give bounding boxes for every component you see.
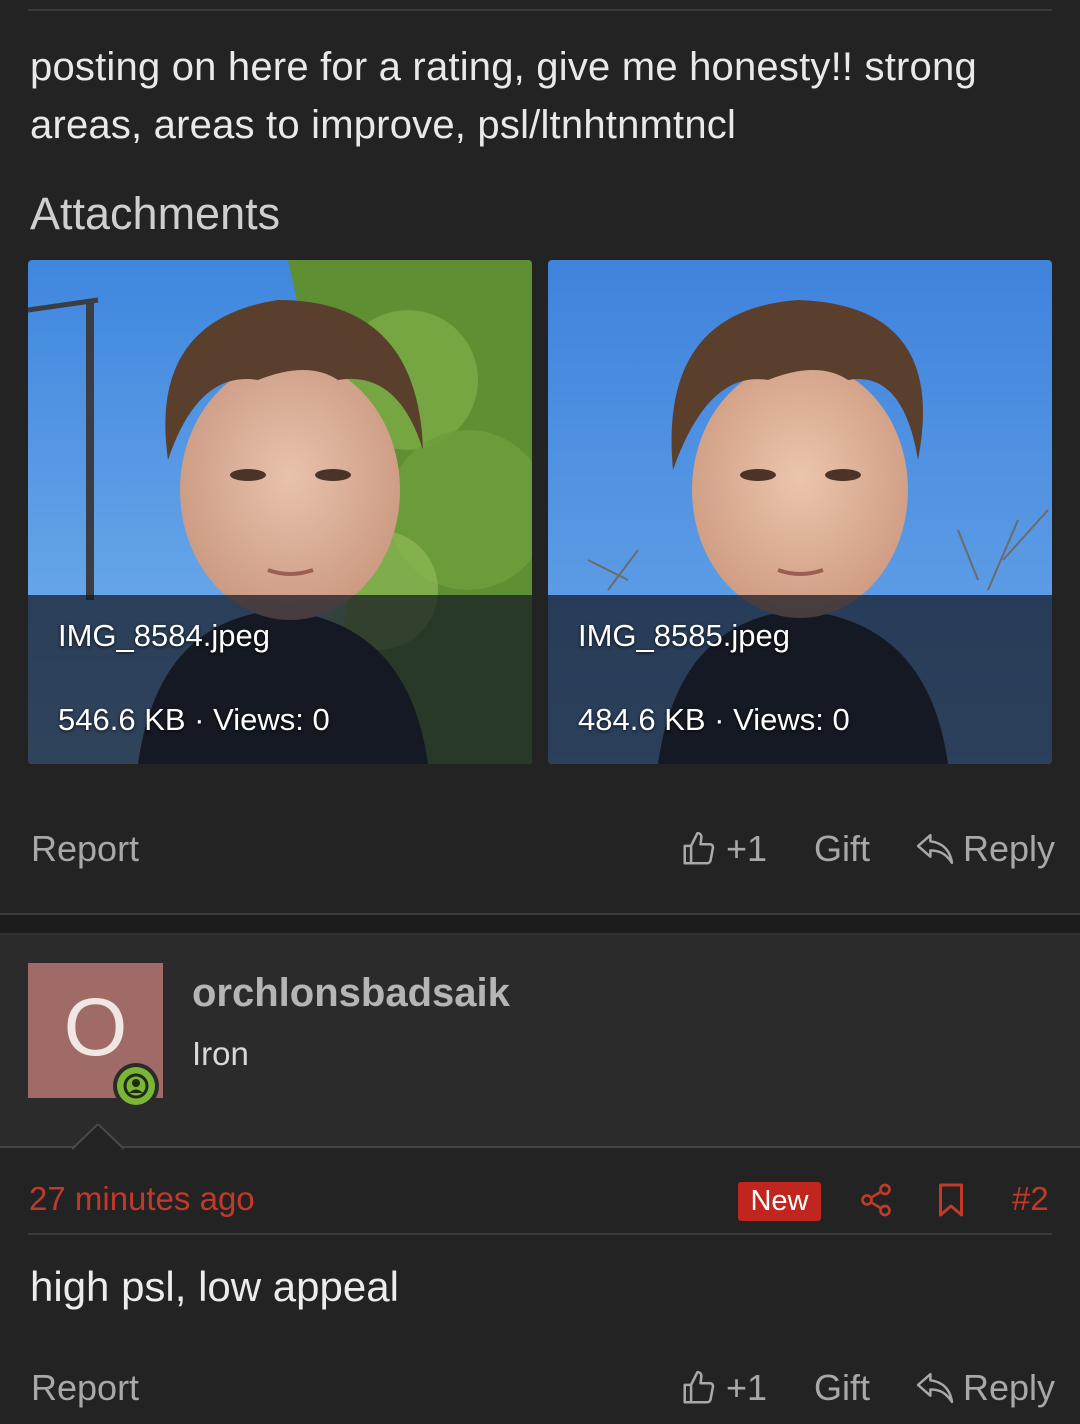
- user-rank: Iron: [192, 1035, 249, 1072]
- top-divider: [28, 9, 1052, 11]
- first-post: posting on here for a rating, give me ho…: [0, 0, 1080, 915]
- report-link[interactable]: Report: [31, 828, 139, 870]
- meta-divider: [28, 1233, 1052, 1235]
- report-link[interactable]: Report: [31, 1367, 139, 1409]
- reply-label: Reply: [963, 828, 1056, 869]
- attachment-filename[interactable]: IMG_8584.jpeg: [58, 618, 270, 654]
- post-actions: Report +1 Gift Reply: [0, 828, 1080, 878]
- attachment-filename[interactable]: IMG_8585.jpeg: [578, 618, 790, 654]
- gift-link[interactable]: Gift: [814, 828, 870, 870]
- thumbs-up-icon: [683, 831, 715, 865]
- post-body: posting on here for a rating, give me ho…: [30, 45, 977, 147]
- like-button[interactable]: +1: [680, 1367, 767, 1409]
- gift-link[interactable]: Gift: [814, 1367, 870, 1409]
- like-button[interactable]: +1: [680, 828, 767, 870]
- reply-arrow-icon: [916, 1372, 954, 1404]
- reply-body: high psl, low appeal: [30, 1263, 399, 1310]
- thumbs-up-icon: [683, 1370, 715, 1404]
- like-count: +1: [726, 828, 768, 869]
- post-meta-row: 27 minutes ago New #2: [0, 1178, 1080, 1228]
- new-badge: New: [738, 1182, 821, 1221]
- attachment-thumbnail[interactable]: IMG_8585.jpeg 484.6 KB · Views: 0: [548, 260, 1052, 764]
- reply-button[interactable]: Reply: [915, 828, 1055, 870]
- username[interactable]: orchlonsbadsaik: [192, 971, 510, 1016]
- online-status-icon: [113, 1063, 159, 1109]
- reply-button[interactable]: Reply: [915, 1367, 1055, 1409]
- post-separator: [0, 913, 1080, 935]
- attachments-heading: Attachments: [30, 188, 281, 239]
- speech-caret: [72, 1124, 124, 1150]
- post-number[interactable]: #2: [1012, 1180, 1049, 1218]
- share-icon[interactable]: [858, 1182, 894, 1218]
- like-count: +1: [726, 1367, 768, 1408]
- attachment-thumbnail[interactable]: IMG_8584.jpeg 546.6 KB · Views: 0: [28, 260, 532, 764]
- post-timestamp[interactable]: 27 minutes ago: [29, 1180, 255, 1218]
- attachment-meta: 484.6 KB · Views: 0: [578, 702, 850, 737]
- attachment-meta: 546.6 KB · Views: 0: [58, 702, 330, 737]
- post-actions: Report +1 Gift Reply: [0, 1367, 1080, 1417]
- bookmark-icon[interactable]: [936, 1182, 966, 1218]
- user-icon: [123, 1073, 149, 1099]
- reply-arrow-icon: [916, 833, 954, 865]
- user-info-panel: O orchlonsbadsaik Iron: [0, 935, 1080, 1150]
- reply-label: Reply: [963, 1367, 1056, 1408]
- reply-post: O orchlonsbadsaik Iron 27 minutes ago Ne…: [0, 935, 1080, 1424]
